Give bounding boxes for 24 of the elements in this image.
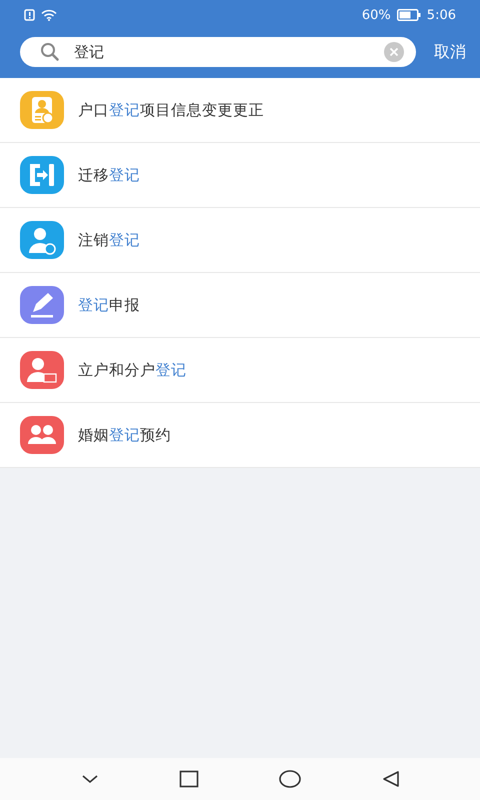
battery-icon	[396, 9, 421, 21]
result-title: 迁移登记	[78, 166, 140, 184]
search-field[interactable]: 登记	[20, 37, 416, 67]
result-title: 户口登记项目信息变更更正	[78, 100, 264, 120]
search-icon	[40, 42, 60, 62]
result-item[interactable]: 户口登记项目信息变更更正	[0, 78, 480, 143]
cancel-button[interactable]: 取消	[434, 42, 466, 62]
battery-percent: 60%	[362, 8, 391, 22]
collapse-icon[interactable]	[80, 773, 100, 785]
back-icon[interactable]	[380, 770, 400, 788]
result-item[interactable]: 登记申报	[0, 273, 480, 338]
result-item[interactable]: 迁移登记	[0, 143, 480, 208]
result-title: 立户和分户登记	[78, 360, 186, 380]
result-item[interactable]: 立户和分户登记	[0, 338, 480, 403]
result-title: 婚姻登记预约	[78, 426, 171, 444]
home-icon[interactable]	[278, 769, 302, 789]
result-item[interactable]: 注销登记	[0, 208, 480, 273]
result-title: 注销登记	[78, 230, 140, 250]
result-title: 登记申报	[78, 296, 140, 314]
wifi-icon	[41, 9, 57, 21]
recents-icon[interactable]	[178, 770, 198, 788]
result-item[interactable]: 婚姻登记预约	[0, 403, 480, 468]
sim-icon	[24, 9, 35, 21]
clock: 5:06	[426, 8, 456, 22]
